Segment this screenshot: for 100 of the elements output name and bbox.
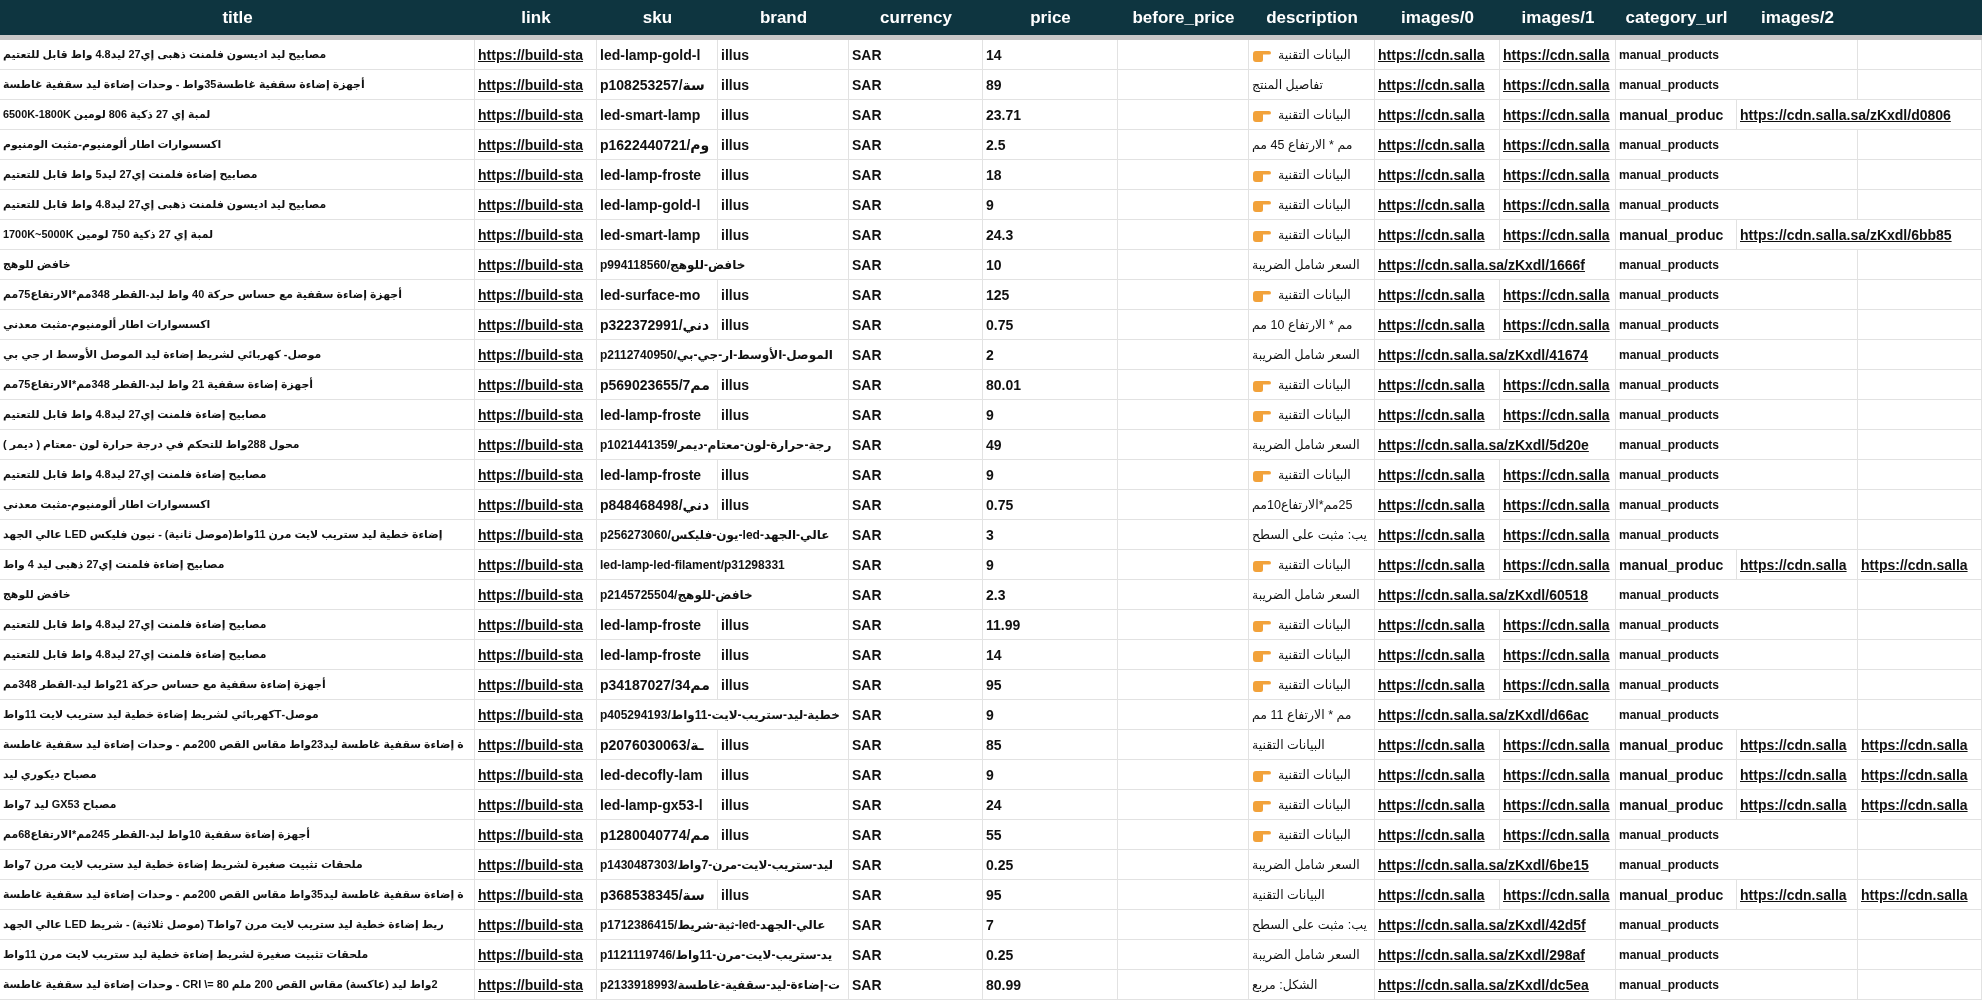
url-link[interactable]: https://cdn.salla bbox=[1378, 406, 1485, 423]
url-link[interactable]: https://cdn.salla.sa/zKxdl/6be15 bbox=[1378, 856, 1589, 873]
url-link[interactable]: https://cdn.salla bbox=[1378, 766, 1485, 783]
column-header[interactable]: images/0 bbox=[1375, 0, 1500, 35]
url-link[interactable]: https://cdn.salla bbox=[1740, 736, 1847, 753]
column-header[interactable]: price bbox=[983, 0, 1118, 35]
url-link[interactable]: https://build-sta bbox=[478, 46, 583, 63]
url-link[interactable]: https://build-sta bbox=[478, 796, 583, 813]
url-link[interactable]: https://cdn.salla bbox=[1503, 556, 1610, 573]
url-link[interactable]: https://cdn.salla bbox=[1503, 886, 1610, 903]
url-link[interactable]: https://cdn.salla bbox=[1503, 496, 1610, 513]
url-link[interactable]: https://build-sta bbox=[478, 886, 583, 903]
column-header[interactable]: currency bbox=[849, 0, 983, 35]
url-link[interactable]: https://cdn.salla bbox=[1503, 226, 1610, 243]
url-link[interactable]: https://cdn.salla bbox=[1378, 616, 1485, 633]
url-link[interactable]: https://cdn.salla bbox=[1861, 886, 1968, 903]
url-link[interactable]: https://cdn.salla bbox=[1503, 466, 1610, 483]
url-link[interactable]: https://cdn.salla.sa/zKxdl/6bb85 bbox=[1740, 226, 1952, 243]
url-link[interactable]: https://cdn.salla.sa/zKxdl/42d5f bbox=[1378, 916, 1586, 933]
url-link[interactable]: https://cdn.salla bbox=[1740, 796, 1847, 813]
url-link[interactable]: https://build-sta bbox=[478, 946, 583, 963]
url-link[interactable]: https://cdn.salla bbox=[1503, 166, 1610, 183]
url-link[interactable]: https://cdn.salla bbox=[1503, 526, 1610, 543]
url-link[interactable]: https://cdn.salla bbox=[1503, 286, 1610, 303]
url-link[interactable]: https://cdn.salla bbox=[1861, 556, 1968, 573]
url-link[interactable]: https://cdn.salla bbox=[1861, 736, 1968, 753]
url-link[interactable]: https://build-sta bbox=[478, 526, 583, 543]
url-link[interactable]: https://build-sta bbox=[478, 616, 583, 633]
url-link[interactable]: https://cdn.salla bbox=[1378, 166, 1485, 183]
url-link[interactable]: https://build-sta bbox=[478, 676, 583, 693]
url-link[interactable]: https://cdn.salla bbox=[1378, 316, 1485, 333]
url-link[interactable]: https://cdn.salla bbox=[1378, 646, 1485, 663]
column-header[interactable]: images/1 bbox=[1500, 0, 1616, 35]
url-link[interactable]: https://cdn.salla bbox=[1378, 106, 1485, 123]
column-header[interactable]: category_url bbox=[1616, 0, 1737, 35]
url-link[interactable]: https://build-sta bbox=[478, 826, 583, 843]
url-link[interactable]: https://build-sta bbox=[478, 706, 583, 723]
url-link[interactable]: https://build-sta bbox=[478, 556, 583, 573]
url-link[interactable]: https://cdn.salla bbox=[1378, 496, 1485, 513]
url-link[interactable]: https://build-sta bbox=[478, 736, 583, 753]
url-link[interactable]: https://build-sta bbox=[478, 286, 583, 303]
url-link[interactable]: https://build-sta bbox=[478, 916, 583, 933]
url-link[interactable]: https://cdn.salla.sa/zKxdl/5d20e bbox=[1378, 436, 1589, 453]
column-header[interactable]: brand bbox=[718, 0, 849, 35]
url-link[interactable]: https://cdn.salla bbox=[1503, 646, 1610, 663]
url-link[interactable]: https://build-sta bbox=[478, 166, 583, 183]
url-link[interactable]: https://build-sta bbox=[478, 316, 583, 333]
url-link[interactable]: https://build-sta bbox=[478, 226, 583, 243]
url-link[interactable]: https://cdn.salla bbox=[1378, 196, 1485, 213]
url-link[interactable]: https://cdn.salla.sa/zKxdl/298af bbox=[1378, 946, 1585, 963]
url-link[interactable]: https://cdn.salla bbox=[1378, 136, 1485, 153]
url-link[interactable]: https://cdn.salla bbox=[1378, 676, 1485, 693]
url-link[interactable]: https://build-sta bbox=[478, 646, 583, 663]
url-link[interactable]: https://build-sta bbox=[478, 856, 583, 873]
url-link[interactable]: https://build-sta bbox=[478, 346, 583, 363]
url-link[interactable]: https://cdn.salla bbox=[1378, 736, 1485, 753]
url-link[interactable]: https://build-sta bbox=[478, 976, 583, 993]
url-link[interactable]: https://cdn.salla bbox=[1503, 136, 1610, 153]
url-link[interactable]: https://cdn.salla.sa/zKxdl/41674 bbox=[1378, 346, 1589, 363]
url-link[interactable]: https://build-sta bbox=[478, 256, 583, 273]
url-link[interactable]: https://cdn.salla.sa/zKxdl/1666f bbox=[1378, 256, 1585, 273]
url-link[interactable]: https://cdn.salla bbox=[1378, 826, 1485, 843]
url-link[interactable]: https://cdn.salla.sa/zKxdl/d0806 bbox=[1740, 106, 1951, 123]
url-link[interactable]: https://cdn.salla bbox=[1503, 406, 1610, 423]
url-link[interactable]: https://cdn.salla bbox=[1740, 766, 1847, 783]
url-link[interactable]: https://cdn.salla bbox=[1861, 766, 1968, 783]
column-header[interactable]: description bbox=[1249, 0, 1375, 35]
url-link[interactable]: https://cdn.salla bbox=[1503, 766, 1610, 783]
url-link[interactable]: https://cdn.salla bbox=[1861, 796, 1968, 813]
column-header[interactable]: sku bbox=[597, 0, 718, 35]
url-link[interactable]: https://build-sta bbox=[478, 136, 583, 153]
url-link[interactable]: https://cdn.salla bbox=[1503, 76, 1610, 93]
url-link[interactable]: https://cdn.salla bbox=[1740, 886, 1847, 903]
column-header[interactable]: title bbox=[0, 0, 475, 35]
url-link[interactable]: https://build-sta bbox=[478, 406, 583, 423]
url-link[interactable]: https://cdn.salla bbox=[1503, 676, 1610, 693]
url-link[interactable]: https://cdn.salla bbox=[1378, 466, 1485, 483]
url-link[interactable]: https://cdn.salla bbox=[1378, 796, 1485, 813]
url-link[interactable]: https://cdn.salla bbox=[1740, 556, 1847, 573]
url-link[interactable]: https://cdn.salla bbox=[1503, 736, 1610, 753]
url-link[interactable]: https://cdn.salla bbox=[1378, 76, 1485, 93]
url-link[interactable]: https://cdn.salla bbox=[1503, 796, 1610, 813]
column-header[interactable]: before_price bbox=[1118, 0, 1249, 35]
url-link[interactable]: https://build-sta bbox=[478, 76, 583, 93]
url-link[interactable]: https://cdn.salla bbox=[1503, 616, 1610, 633]
url-link[interactable]: https://cdn.salla bbox=[1378, 226, 1485, 243]
url-link[interactable]: https://cdn.salla.sa/zKxdl/60518 bbox=[1378, 586, 1589, 603]
url-link[interactable]: https://build-sta bbox=[478, 376, 583, 393]
url-link[interactable]: https://cdn.salla bbox=[1378, 886, 1485, 903]
url-link[interactable]: https://build-sta bbox=[478, 466, 583, 483]
url-link[interactable]: https://cdn.salla bbox=[1378, 526, 1485, 543]
url-link[interactable]: https://cdn.salla bbox=[1378, 46, 1485, 63]
url-link[interactable]: https://cdn.salla.sa/zKxdl/dc5ea bbox=[1378, 976, 1589, 993]
url-link[interactable]: https://build-sta bbox=[478, 766, 583, 783]
url-link[interactable]: https://build-sta bbox=[478, 436, 583, 453]
url-link[interactable]: https://cdn.salla bbox=[1378, 286, 1485, 303]
column-header[interactable]: images/2 bbox=[1737, 0, 1858, 35]
url-link[interactable]: https://cdn.salla bbox=[1503, 196, 1610, 213]
url-link[interactable]: https://build-sta bbox=[478, 586, 583, 603]
url-link[interactable]: https://cdn.salla bbox=[1378, 556, 1485, 573]
